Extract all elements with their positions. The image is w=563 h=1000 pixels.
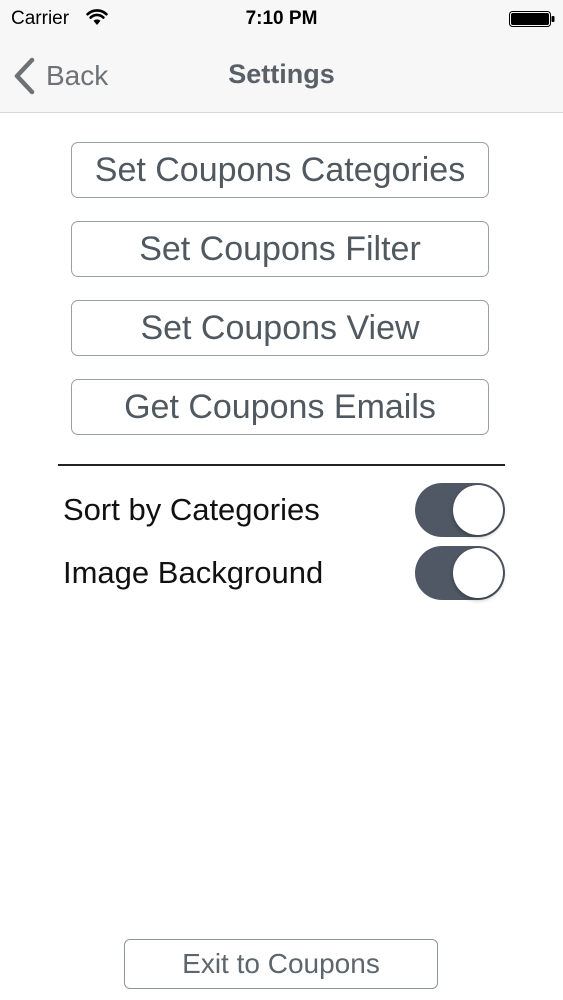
page-title: Settings: [228, 59, 335, 89]
toggle-knob: [453, 485, 503, 535]
image-background-label: Image Background: [63, 555, 324, 590]
exit-to-coupons-button[interactable]: Exit to Coupons: [124, 939, 438, 989]
image-background-toggle[interactable]: [415, 546, 505, 600]
sort-by-categories-row: Sort by Categories: [63, 482, 505, 538]
image-background-row: Image Background: [63, 545, 505, 601]
status-time: 7:10 PM: [245, 8, 318, 29]
get-coupons-emails-button[interactable]: Get Coupons Emails: [71, 379, 489, 435]
toggle-knob: [453, 548, 503, 598]
section-divider: [58, 464, 505, 466]
sort-by-categories-toggle[interactable]: [415, 483, 505, 537]
navigation-bar: Back Settings: [0, 40, 563, 113]
set-coupons-categories-button[interactable]: Set Coupons Categories: [71, 142, 489, 198]
sort-by-categories-label: Sort by Categories: [63, 492, 320, 527]
set-coupons-view-button[interactable]: Set Coupons View: [71, 300, 489, 356]
set-coupons-filter-button[interactable]: Set Coupons Filter: [71, 221, 489, 277]
battery-icon: [509, 11, 555, 27]
status-bar: Carrier 7:10 PM: [0, 0, 563, 40]
